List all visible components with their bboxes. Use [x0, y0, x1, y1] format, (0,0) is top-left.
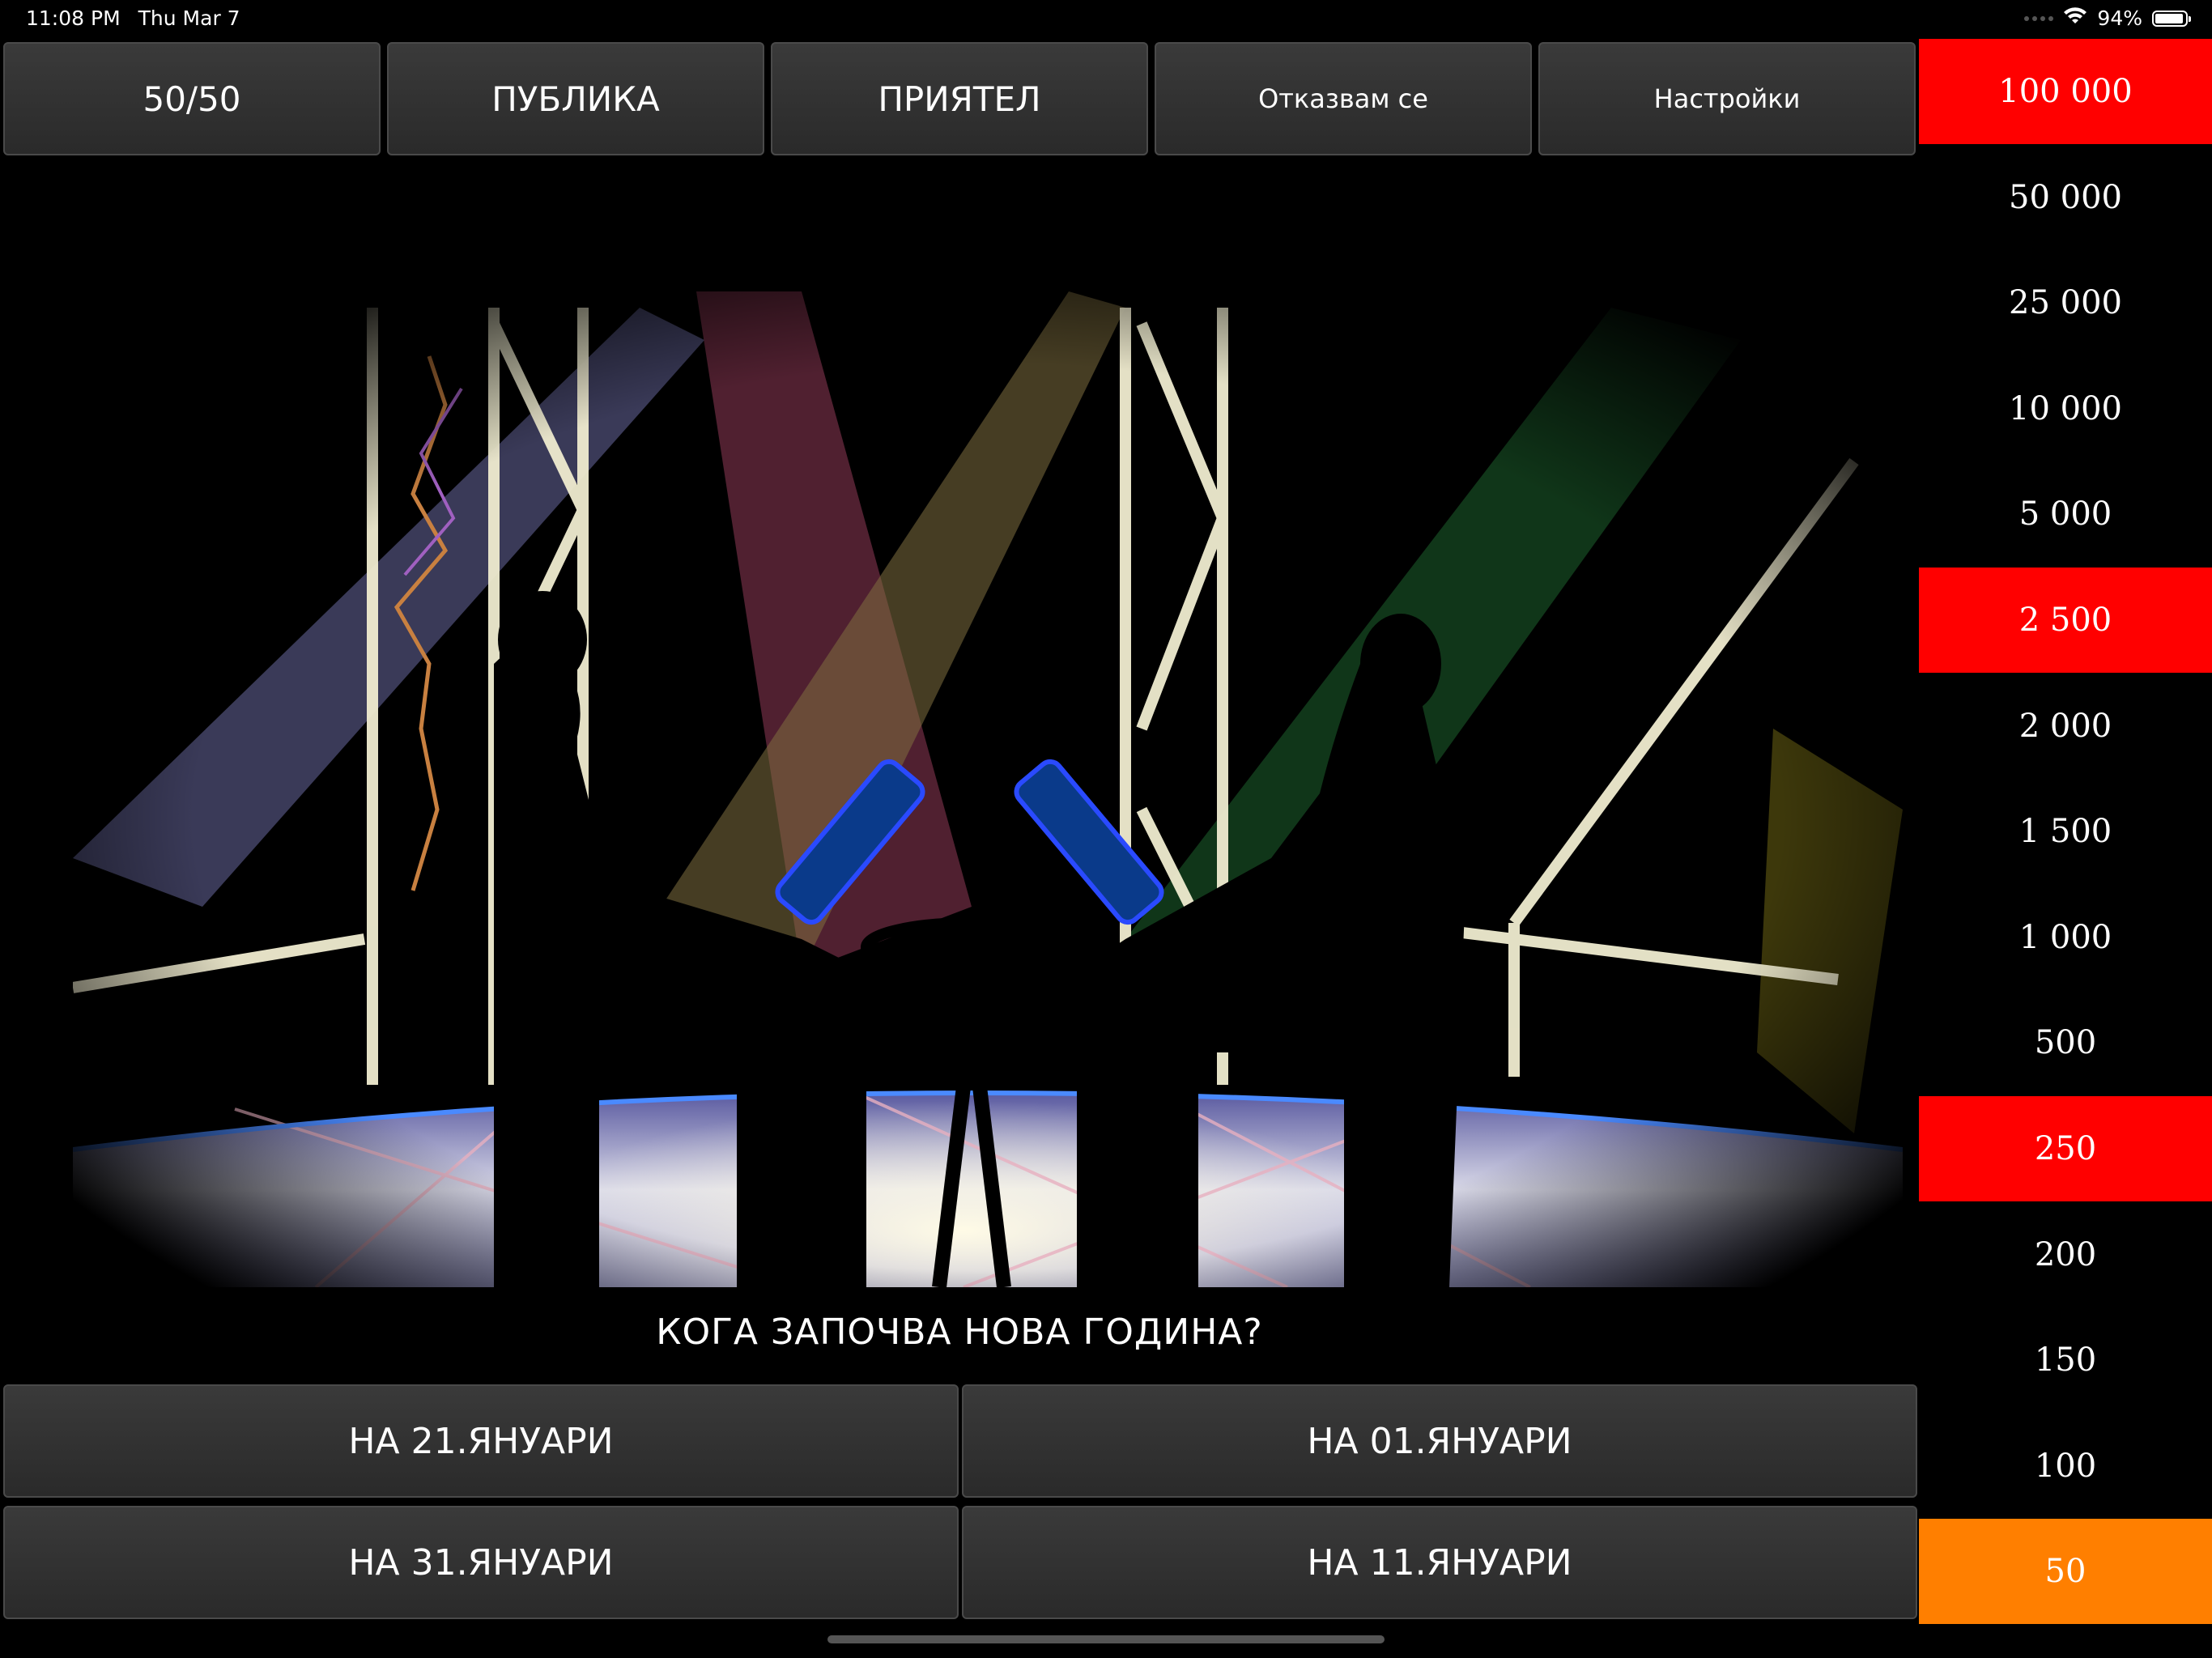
battery-percentage: 94%	[2097, 6, 2142, 30]
answer-d-button[interactable]: НА 11.ЯНУАРИ	[962, 1506, 1917, 1619]
prize-level: 100 000	[1919, 39, 2212, 144]
prize-level: 50 000	[2009, 179, 2122, 216]
studio-stage-image	[73, 243, 1903, 1287]
prize-level: 10 000	[2009, 390, 2122, 427]
studio-illustration	[73, 243, 1903, 1287]
battery-icon	[2152, 10, 2191, 27]
prize-level: 2 500	[1919, 568, 2212, 673]
game-screen: 11:08 PM Thu Mar 7 94% 50/50 ПУБЛИКА ПРИ…	[0, 0, 2212, 1658]
prize-level: 5 000	[2018, 495, 2112, 533]
status-left: 11:08 PM Thu Mar 7	[26, 6, 240, 30]
home-indicator[interactable]	[827, 1635, 1385, 1643]
answer-c-button[interactable]: НА 31.ЯНУАРИ	[3, 1506, 959, 1619]
quit-button[interactable]: Отказвам се	[1155, 42, 1532, 155]
prize-level: 150	[2034, 1341, 2097, 1379]
status-right: 94%	[2024, 6, 2191, 30]
prize-level: 1 000	[2018, 919, 2112, 956]
question-text: КОГА ЗАПОЧВА НОВА ГОДИНА?	[656, 1311, 1263, 1353]
fifty-fifty-button[interactable]: 50/50	[3, 42, 381, 155]
settings-button[interactable]: Настройки	[1538, 42, 1916, 155]
prize-level: 100	[2034, 1448, 2097, 1485]
prize-level: 25 000	[2009, 284, 2122, 321]
prize-level: 200	[2034, 1236, 2097, 1273]
prize-level: 500	[2034, 1024, 2097, 1061]
audience-button[interactable]: ПУБЛИКА	[387, 42, 764, 155]
status-date: Thu Mar 7	[138, 6, 240, 30]
status-time: 11:08 PM	[26, 6, 121, 30]
prize-level: 2 000	[2018, 708, 2112, 745]
answer-b-button[interactable]: НА 01.ЯНУАРИ	[962, 1384, 1917, 1498]
answer-a-button[interactable]: НА 21.ЯНУАРИ	[3, 1384, 959, 1498]
prize-ladder: 100 000 50 000 25 000 10 000 5 000 2 500 2 000…	[1919, 39, 2212, 1626]
prize-level: 1 500	[2018, 813, 2112, 850]
wifi-icon	[2063, 6, 2087, 30]
cellular-signal-icon	[2024, 15, 2054, 21]
prize-level: 250	[1919, 1096, 2212, 1201]
status-bar: 11:08 PM Thu Mar 7 94%	[0, 0, 2212, 39]
phone-friend-button[interactable]: ПРИЯТЕЛ	[771, 42, 1148, 155]
prize-level: 50	[1919, 1519, 2212, 1624]
